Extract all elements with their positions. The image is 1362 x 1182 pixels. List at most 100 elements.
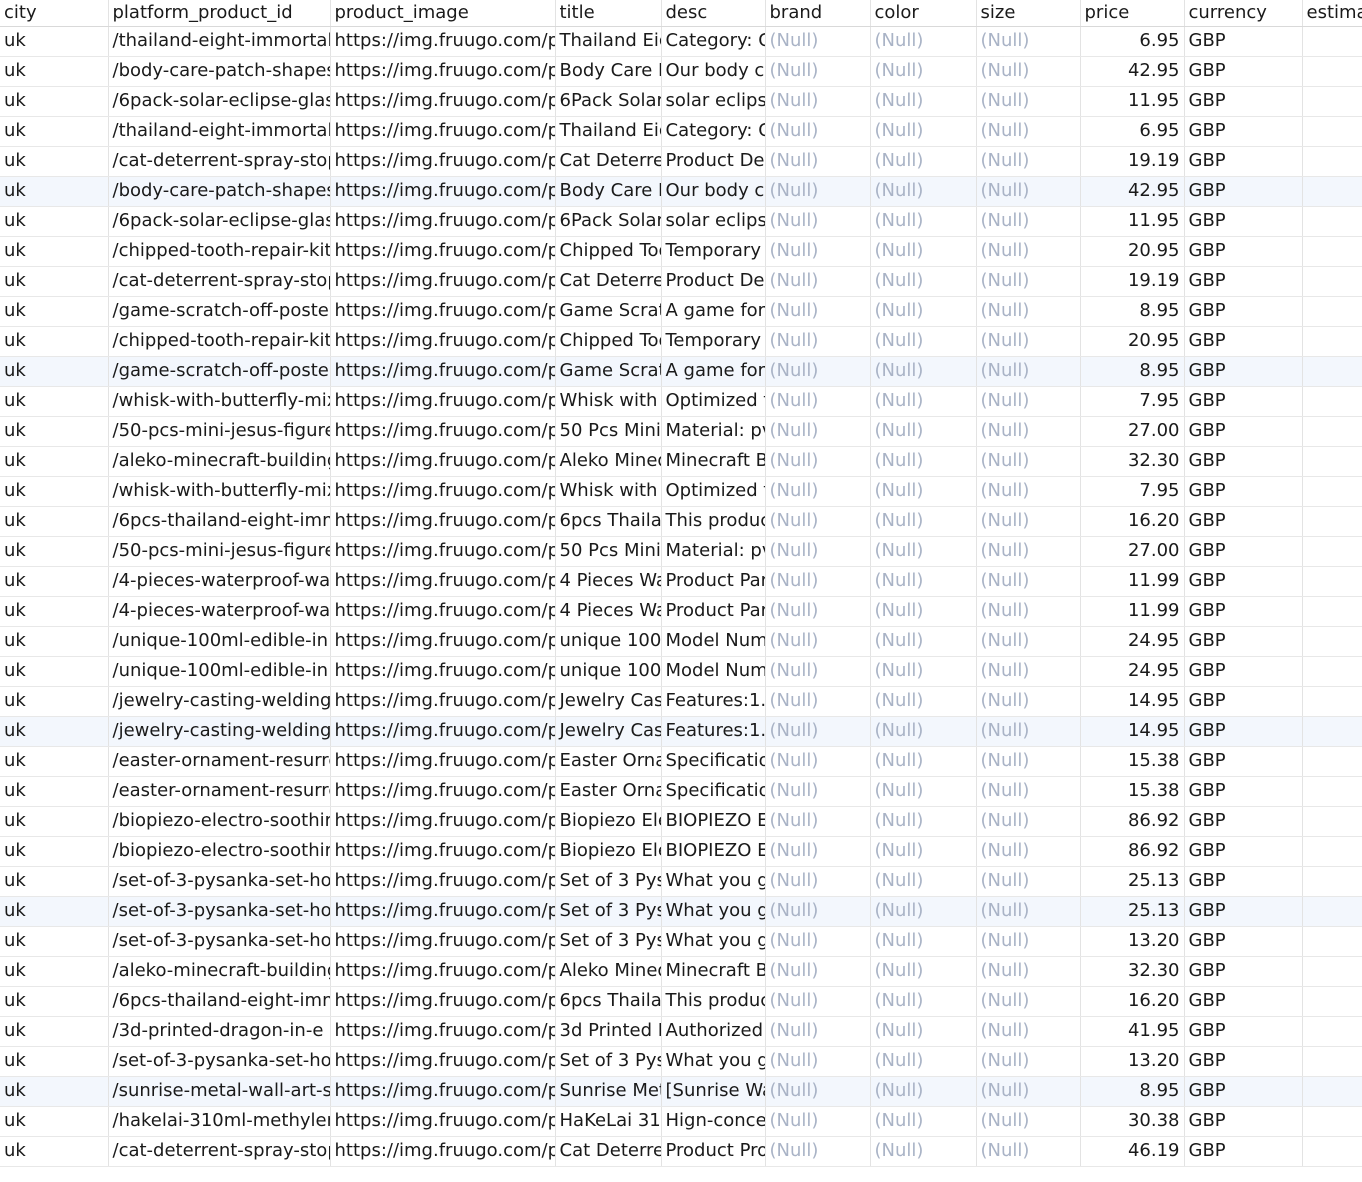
cell-estima[interactable] — [1302, 356, 1362, 387]
cell-title[interactable]: 50 Pcs Mini — [555, 536, 662, 567]
cell-brand[interactable]: (Null) — [765, 686, 871, 717]
cell-desc[interactable]: What you ge — [661, 896, 766, 927]
cell-title[interactable]: 6Pack Solar — [555, 86, 662, 117]
table-row[interactable]: uk/jewelry-casting-welding https://img.fr… — [0, 686, 1362, 717]
cell-currency[interactable]: GBP — [1184, 206, 1303, 237]
table-row[interactable]: uk/6pcs-thailand-eight-imm https://img.fr… — [0, 506, 1362, 537]
cell-size[interactable]: (Null) — [976, 776, 1081, 807]
cell-color[interactable]: (Null) — [870, 176, 977, 207]
cell-color[interactable]: (Null) — [870, 416, 977, 447]
cell-product-image[interactable]: https://img.fruugo.com/p — [330, 716, 556, 747]
cell-title[interactable]: Game Scratc — [555, 296, 662, 327]
cell-size[interactable]: (Null) — [976, 836, 1081, 867]
cell-size[interactable]: (Null) — [976, 956, 1081, 987]
cell-desc[interactable]: What you ge — [661, 866, 766, 897]
cell-brand[interactable]: (Null) — [765, 236, 871, 267]
cell-brand[interactable]: (Null) — [765, 176, 871, 207]
cell-product-image[interactable]: https://img.fruugo.com/p — [330, 326, 556, 357]
table-row[interactable]: uk/easter-ornament-resurre https://img.fr… — [0, 746, 1362, 777]
cell-title[interactable]: 3d Printed D — [555, 1016, 662, 1047]
cell-brand[interactable]: (Null) — [765, 626, 871, 657]
cell-estima[interactable] — [1302, 86, 1362, 117]
cell-title[interactable]: unique 100l — [555, 626, 662, 657]
cell-currency[interactable]: GBP — [1184, 1106, 1303, 1137]
cell-size[interactable]: (Null) — [976, 566, 1081, 597]
cell-platform-product-id[interactable]: /cat-deterrent-spray-stop — [108, 266, 331, 297]
cell-size[interactable]: (Null) — [976, 266, 1081, 297]
cell-estima[interactable] — [1302, 746, 1362, 777]
cell-city[interactable]: uk — [0, 926, 109, 957]
cell-brand[interactable]: (Null) — [765, 596, 871, 627]
cell-title[interactable]: Easter Orna — [555, 776, 662, 807]
cell-title[interactable]: Whisk with B — [555, 476, 662, 507]
table-row[interactable]: uk/body-care-patch-shapes https://img.fru… — [0, 176, 1362, 207]
cell-size[interactable]: (Null) — [976, 626, 1081, 657]
cell-platform-product-id[interactable]: /6pack-solar-eclipse-glas — [108, 86, 331, 117]
cell-color[interactable]: (Null) — [870, 116, 977, 147]
table-row[interactable]: uk/whisk-with-butterfly-mix https://img.f… — [0, 476, 1362, 507]
cell-product-image[interactable]: https://img.fruugo.com/p — [330, 626, 556, 657]
cell-desc[interactable]: BIOPIEZO EL — [661, 806, 766, 837]
cell-estima[interactable] — [1302, 176, 1362, 207]
cell-product-image[interactable]: https://img.fruugo.com/p — [330, 206, 556, 237]
cell-title[interactable]: Aleko Mined — [555, 956, 662, 987]
cell-product-image[interactable]: https://img.fruugo.com/p — [330, 506, 556, 537]
table-row[interactable]: uk/thailand-eight-immortal https://img.fr… — [0, 116, 1362, 147]
cell-size[interactable]: (Null) — [976, 296, 1081, 327]
column-header-platform-product-id[interactable]: platform_product_id — [108, 0, 331, 27]
column-header-product-image[interactable]: product_image — [330, 0, 556, 27]
cell-city[interactable]: uk — [0, 596, 109, 627]
cell-brand[interactable]: (Null) — [765, 536, 871, 567]
cell-color[interactable]: (Null) — [870, 806, 977, 837]
cell-estima[interactable] — [1302, 776, 1362, 807]
cell-color[interactable]: (Null) — [870, 1106, 977, 1137]
cell-price[interactable]: 15.38 — [1080, 746, 1185, 777]
cell-desc[interactable]: Product Pro — [661, 1136, 766, 1167]
cell-price[interactable]: 27.00 — [1080, 416, 1185, 447]
cell-desc[interactable]: Category: C — [661, 26, 766, 57]
cell-title[interactable]: Aleko Mined — [555, 446, 662, 477]
table-row[interactable]: uk/cat-deterrent-spray-stop https://img.f… — [0, 1136, 1362, 1167]
cell-size[interactable]: (Null) — [976, 146, 1081, 177]
table-row[interactable]: uk/3d-printed-dragon-in-e https://img.fru… — [0, 1016, 1362, 1047]
cell-estima[interactable] — [1302, 446, 1362, 477]
cell-product-image[interactable]: https://img.fruugo.com/p — [330, 896, 556, 927]
cell-city[interactable]: uk — [0, 1136, 109, 1167]
cell-estima[interactable] — [1302, 686, 1362, 717]
cell-brand[interactable]: (Null) — [765, 806, 871, 837]
cell-brand[interactable]: (Null) — [765, 116, 871, 147]
cell-desc[interactable]: Specificatio — [661, 746, 766, 777]
table-row[interactable]: uk/biopiezo-electro-soothir https://img.f… — [0, 806, 1362, 837]
cell-city[interactable]: uk — [0, 626, 109, 657]
cell-title[interactable]: Chipped Too — [555, 236, 662, 267]
cell-price[interactable]: 20.95 — [1080, 326, 1185, 357]
cell-brand[interactable]: (Null) — [765, 26, 871, 57]
cell-city[interactable]: uk — [0, 116, 109, 147]
cell-product-image[interactable]: https://img.fruugo.com/p — [330, 566, 556, 597]
cell-desc[interactable]: Product Des — [661, 146, 766, 177]
cell-product-image[interactable]: https://img.fruugo.com/p — [330, 1136, 556, 1167]
cell-estima[interactable] — [1302, 116, 1362, 147]
cell-price[interactable]: 6.95 — [1080, 116, 1185, 147]
cell-currency[interactable]: GBP — [1184, 236, 1303, 267]
cell-title[interactable]: Set of 3 Pysa — [555, 1046, 662, 1077]
cell-size[interactable]: (Null) — [976, 1016, 1081, 1047]
cell-title[interactable]: Thailand Eig — [555, 116, 662, 147]
cell-currency[interactable]: GBP — [1184, 326, 1303, 357]
cell-platform-product-id[interactable]: /50-pcs-mini-jesus-figure — [108, 536, 331, 567]
cell-title[interactable]: Biopiezo Ele — [555, 806, 662, 837]
cell-desc[interactable]: Features:1. E — [661, 686, 766, 717]
cell-currency[interactable]: GBP — [1184, 386, 1303, 417]
column-header-currency[interactable]: currency — [1184, 0, 1303, 27]
cell-desc[interactable]: What you ge — [661, 926, 766, 957]
cell-brand[interactable]: (Null) — [765, 446, 871, 477]
table-row[interactable]: uk/jewelry-casting-welding https://img.fr… — [0, 716, 1362, 747]
cell-color[interactable]: (Null) — [870, 26, 977, 57]
cell-currency[interactable]: GBP — [1184, 806, 1303, 837]
cell-estima[interactable] — [1302, 206, 1362, 237]
cell-color[interactable]: (Null) — [870, 776, 977, 807]
cell-brand[interactable]: (Null) — [765, 896, 871, 927]
cell-desc[interactable]: Model Num — [661, 626, 766, 657]
cell-currency[interactable]: GBP — [1184, 266, 1303, 297]
cell-platform-product-id[interactable]: /jewelry-casting-welding — [108, 686, 331, 717]
